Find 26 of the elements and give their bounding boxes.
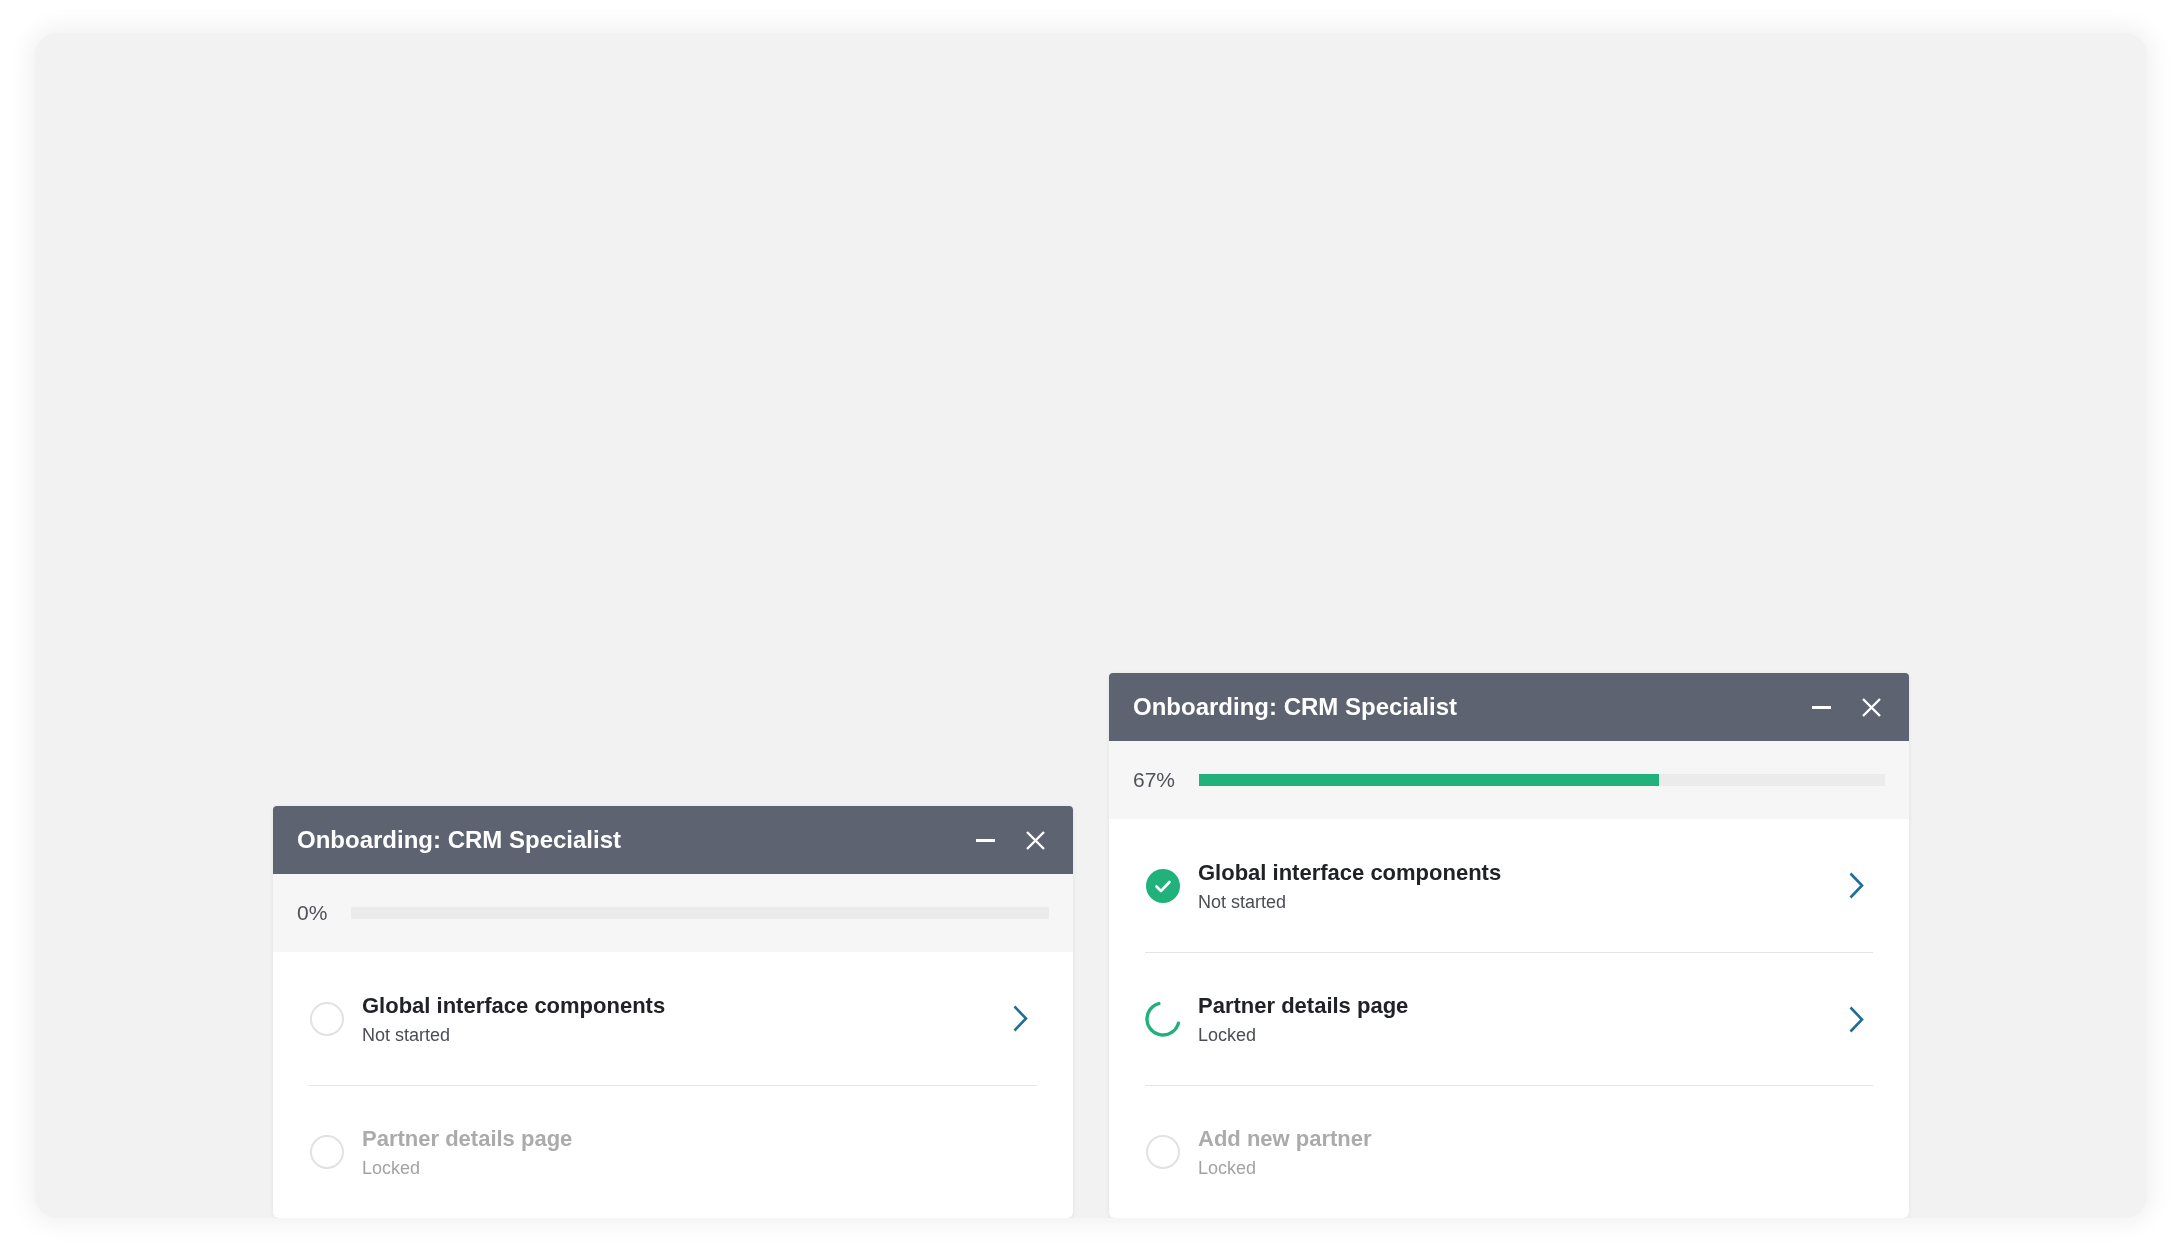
- step-status: Locked: [1198, 1024, 1257, 1046]
- progress-label: 0%: [297, 901, 328, 925]
- step-title: Partner details page: [362, 1125, 573, 1152]
- check-circle-icon: [1146, 868, 1180, 903]
- chevron-right-icon[interactable]: [1849, 872, 1864, 899]
- step-status: Locked: [362, 1157, 421, 1179]
- step-status: Not started: [1198, 890, 1287, 913]
- progress-label: 67%: [1133, 768, 1176, 792]
- step-status: Locked: [1198, 1157, 1257, 1179]
- step-title: Global interface components: [362, 991, 666, 1019]
- minimize-icon: [1812, 705, 1831, 709]
- panel-title: Onboarding: CRM Specialist: [1133, 693, 1459, 721]
- empty-circle-icon: [1146, 1135, 1180, 1169]
- progress-ring-icon: [1145, 1001, 1181, 1037]
- empty-circle-icon: [310, 1001, 344, 1036]
- step-title: Add new partner: [1198, 1125, 1372, 1152]
- step-title: Partner details page: [1198, 992, 1409, 1019]
- chevron-right-icon[interactable]: [1849, 1005, 1864, 1033]
- close-icon: [1862, 697, 1881, 717]
- step-status: Not started: [362, 1023, 451, 1046]
- empty-circle-icon: [310, 1135, 344, 1169]
- minimize-icon: [976, 838, 995, 842]
- close-icon: [1026, 830, 1045, 850]
- step-title: Global interface components: [1198, 858, 1502, 886]
- chevron-right-icon[interactable]: [1013, 1005, 1028, 1032]
- panel-title: Onboarding: CRM Specialist: [297, 826, 623, 854]
